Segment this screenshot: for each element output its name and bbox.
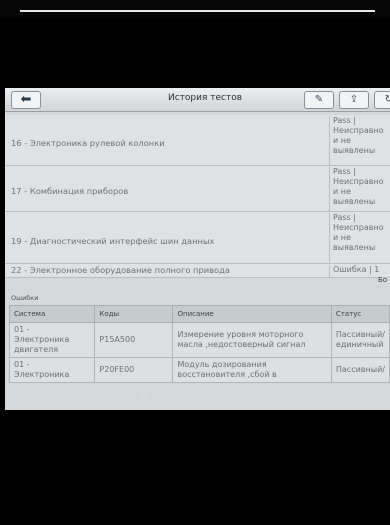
home-icon[interactable]: ⌂ (38, 392, 54, 404)
system-name: 19 - Диагностический интерфейс шин данны… (11, 236, 215, 246)
share-icon: ⇪ (349, 94, 359, 105)
cell-description: Модуль дозирования восстановителя ,сбой … (172, 357, 332, 383)
system-row[interactable]: 19 - Диагностический интерфейс шин данны… (5, 212, 390, 264)
cell-status: Пассивный/ единичный (330, 322, 390, 358)
edit-button[interactable]: ✎ (304, 91, 334, 109)
system-status: Pass | Неисправно и не выявлены (329, 167, 384, 212)
column-header-status: Статус (330, 305, 390, 323)
errors-section-label: Ошибки (11, 294, 39, 302)
system-row[interactable]: 17 - Комбинация приборов Pass | Неисправ… (5, 166, 390, 212)
refresh-icon: ↻ (384, 94, 390, 105)
system-row[interactable]: 22 - Электронное оборудование полного пр… (5, 264, 390, 278)
cell-description: Измерение уровня моторного масла ,недост… (172, 322, 332, 358)
android-nav-bar: ⬅ ⌂ ▭ ◉ ◘ ▣ Ⓜ VCI 🚗︎ ⛟ (0, 392, 390, 406)
share-button[interactable]: ⇪ (339, 91, 369, 109)
bezel-line (20, 10, 375, 12)
camera-icon[interactable]: ◘ (136, 392, 152, 404)
system-status: Pass | Неисправно и не выявлены (329, 116, 384, 166)
table-row[interactable]: 01 - Электроника двигателя P15A500 Измер… (8, 322, 390, 358)
table-row[interactable]: 01 - Электроника P20FE00 Модуль дозирова… (8, 357, 390, 383)
back-arrow-icon: ⬅ (20, 92, 32, 107)
screen-capture-icon[interactable]: ▣ (166, 392, 182, 404)
browser-icon[interactable]: ◉ (104, 392, 120, 404)
cell-system: 01 - Электроника (8, 357, 96, 383)
system-status: Ошибка | 1 (329, 265, 379, 278)
system-row[interactable]: 16 - Электроника рулевой колонки Pass | … (5, 115, 390, 166)
page-title: История тестов (167, 93, 243, 103)
column-header-description: Описание (172, 305, 332, 323)
column-header-codes: Коды (94, 305, 174, 323)
cell-code: P20FE00 (94, 357, 174, 383)
car-network-icon[interactable]: ⛟ (288, 392, 304, 404)
system-name: 16 - Электроника рулевой колонки (11, 138, 165, 148)
cell-status: Пассивный/ (330, 357, 390, 383)
tablet-screen: ⬅ История тестов ✎ ⇪ ↻ 16 - Электроника … (5, 88, 390, 410)
errors-table: Система Коды Описание Статус 01 - Электр… (8, 305, 390, 383)
column-header-system: Система (8, 305, 96, 323)
refresh-button[interactable]: ↻ (374, 91, 390, 109)
system-status: Pass | Неисправно и не выявлены (329, 213, 384, 264)
more-link[interactable]: Бо (378, 276, 387, 284)
maxifix-icon[interactable]: Ⓜ (196, 392, 212, 404)
edit-icon: ✎ (314, 94, 324, 105)
recent-apps-icon[interactable]: ▭ (70, 392, 86, 404)
title-bar: ⬅ История тестов ✎ ⇪ ↻ (5, 88, 390, 112)
back-button[interactable]: ⬅ (11, 91, 41, 109)
cell-code: P15A500 (94, 322, 174, 358)
car-icon[interactable]: 🚗︎ (258, 392, 274, 404)
top-bezel (0, 0, 390, 18)
vci-icon[interactable]: VCI (222, 392, 248, 404)
system-name: 22 - Электронное оборудование полного пр… (11, 265, 230, 275)
back-icon[interactable]: ⬅ (10, 392, 26, 404)
errors-header-row: Система Коды Описание Статус (8, 305, 390, 323)
cell-system: 01 - Электроника двигателя (8, 322, 96, 358)
system-name: 17 - Комбинация приборов (11, 186, 129, 196)
